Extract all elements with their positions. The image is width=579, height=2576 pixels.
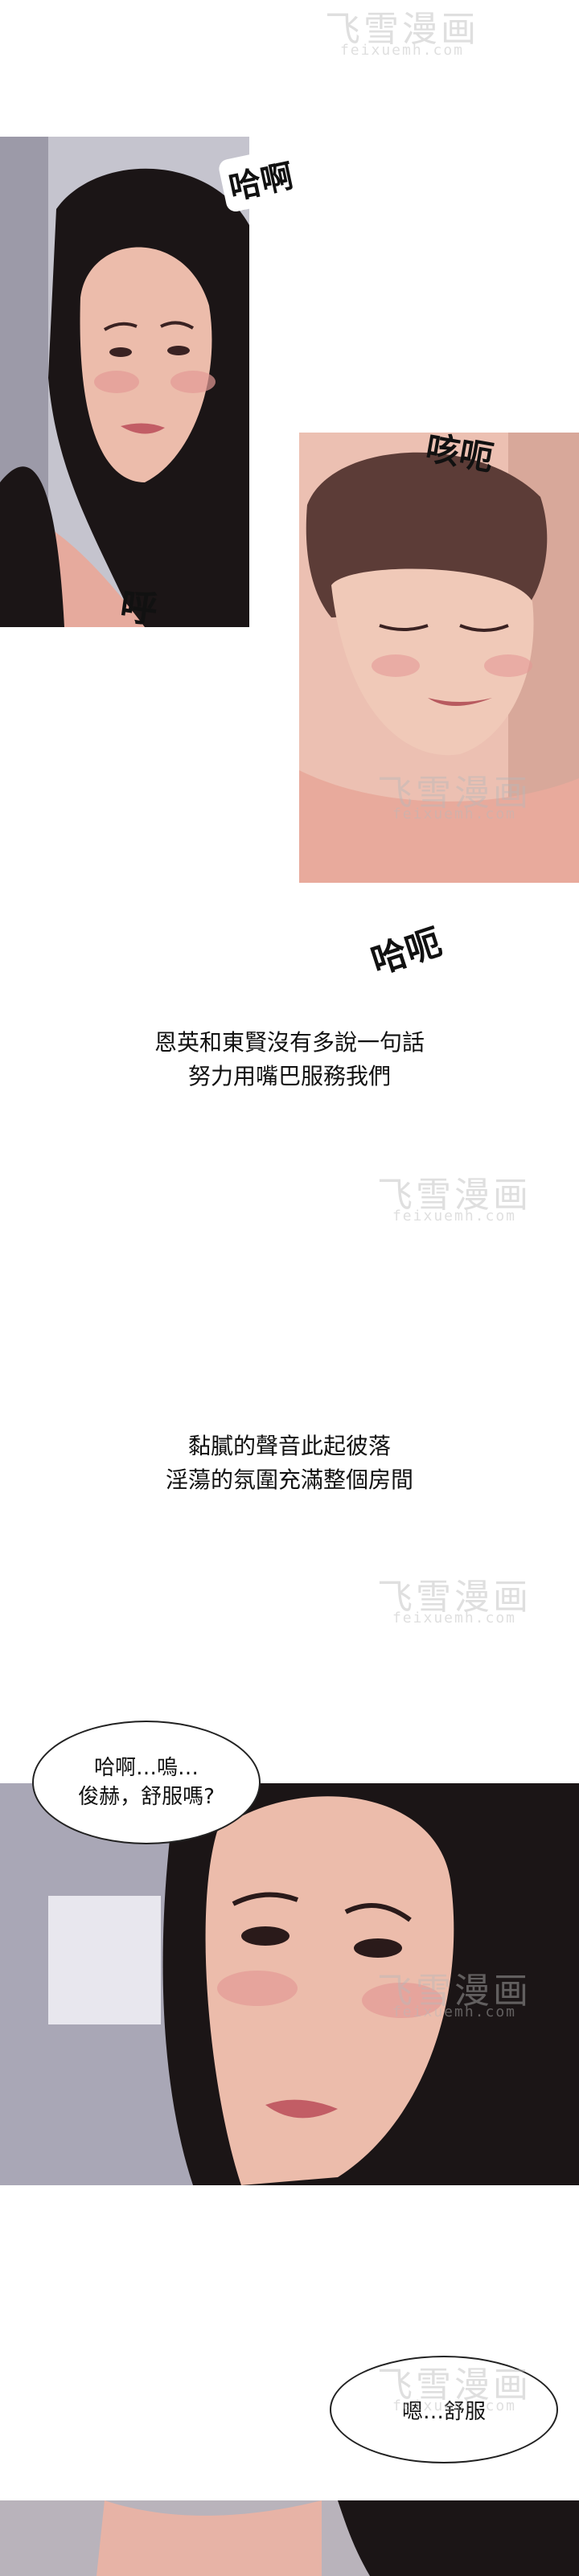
watermark-subtitle: feixuemh.com (392, 2004, 517, 2020)
bubble1-line1: 哈啊…嗚… (93, 1756, 199, 1780)
watermark-subtitle: feixuemh.com (392, 1610, 517, 1626)
narration-line-1: 恩英和東賢沒有多說一句話 (154, 1029, 425, 1056)
panel-bottom (0, 2500, 579, 2576)
watermark-subtitle: feixuemh.com (339, 42, 465, 59)
bottom-illustration (0, 2500, 579, 2576)
watermark-subtitle: feixuemh.com (392, 1208, 517, 1224)
watermark-subtitle: feixuemh.com (392, 2398, 517, 2414)
bubble1-line2: 俊赫，舒服嗎? (78, 1785, 215, 1809)
watermark-panel3: 飞雪漫画 feixuemh.com (366, 1962, 543, 2058)
narration-line-3: 黏膩的聲音此起彼落 (187, 1433, 391, 1459)
sfx-hu: 呼 (117, 584, 161, 632)
watermark-lower: 飞雪漫画 feixuemh.com (366, 1568, 543, 1664)
speech-bubble-1: 哈啊…嗚… 俊赫，舒服嗎? (32, 1721, 261, 1844)
watermark-bottom: 飞雪漫画 feixuemh.com (366, 2356, 543, 2452)
woman-face-illustration (0, 137, 249, 627)
narration-line-4: 淫蕩的氛圍充滿整個房間 (165, 1466, 413, 1493)
narration-line-2: 努力用嘴巴服務我們 (187, 1063, 391, 1089)
watermark-mid: 飞雪漫画 feixuemh.com (366, 1166, 543, 1262)
sfx-hae: 哈呃 (366, 921, 447, 983)
watermark-top: 飞雪漫画 feixuemh.com (314, 0, 491, 96)
watermark-panel2: 飞雪漫画 feixuemh.com (366, 764, 543, 860)
watermark-subtitle: feixuemh.com (392, 806, 517, 822)
panel-woman-1: 哈啊 (0, 137, 249, 627)
